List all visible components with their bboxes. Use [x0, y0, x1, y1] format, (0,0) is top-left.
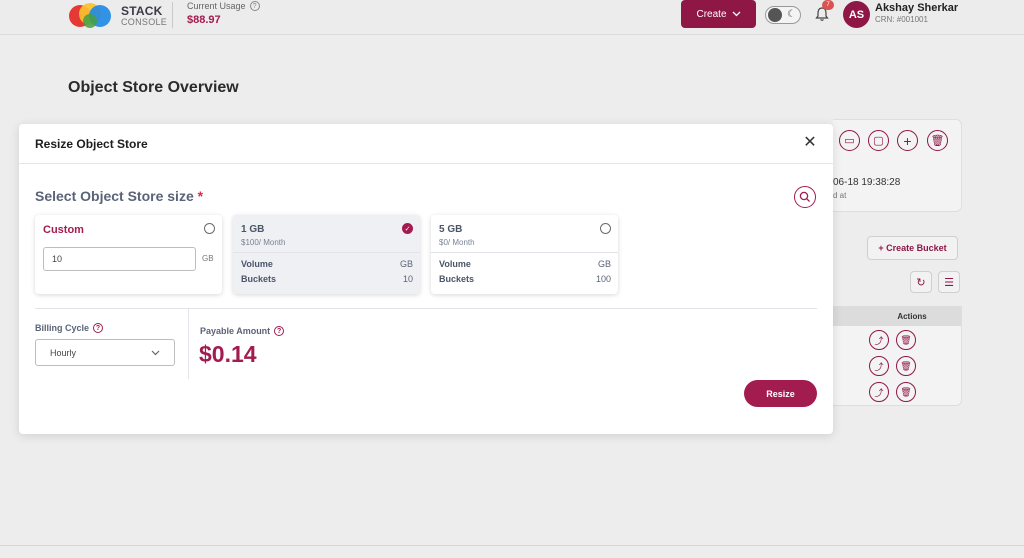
brand-line-1: STACK: [121, 4, 163, 18]
avatar[interactable]: AS: [843, 1, 870, 28]
top-bar: STACK CONSOLE Current Usage? $88.97 Crea…: [0, 0, 1024, 35]
buckets-label: Buckets: [241, 274, 277, 284]
plan-card-custom[interactable]: Custom GB: [35, 215, 222, 294]
sun-icon: [768, 8, 782, 22]
close-icon[interactable]: ✕: [803, 135, 817, 151]
checkmark-icon[interactable]: ✓: [402, 223, 413, 234]
create-button[interactable]: Create: [681, 0, 756, 28]
share-icon[interactable]: ⤴: [869, 356, 889, 376]
search-icon: [799, 191, 810, 202]
trash-icon[interactable]: 🗑: [927, 130, 948, 151]
created-label: d at: [833, 191, 847, 200]
buckets-value: 10: [402, 274, 413, 284]
help-icon[interactable]: ?: [93, 323, 104, 333]
overview-card: ▭ ▢ + 🗑 06-18 19:38:28 d at: [833, 119, 962, 212]
plan-volume-row: Volume GB: [439, 259, 611, 269]
resize-button[interactable]: Resize: [744, 380, 817, 407]
actions-header: Actions: [833, 307, 961, 326]
buckets-label: Buckets: [439, 274, 475, 284]
payable-amount: $0.14: [199, 341, 257, 367]
column-divider: [188, 309, 189, 379]
volume-value: GB: [597, 259, 611, 269]
create-bucket-button[interactable]: + Create Bucket: [867, 236, 958, 260]
payable-amount-label: Payable Amount ?: [200, 326, 285, 336]
plus-icon[interactable]: +: [897, 130, 918, 151]
notification-badge: 7: [822, 0, 834, 10]
filter-icon[interactable]: ☰: [938, 271, 960, 293]
plan-price: $100/ Month: [241, 238, 286, 247]
custom-size-input[interactable]: [43, 247, 196, 271]
section-title-text: Select Object Store size: [35, 188, 194, 204]
buckets-table: Actions ⤴ 🗑 ⤴ 🗑 ⤴ 🗑: [833, 306, 962, 406]
required-mark: *: [197, 188, 204, 204]
user-crn: CRN: #001001: [875, 15, 928, 24]
usage-label: Current Usage: [187, 1, 246, 11]
page-title: Object Store Overview: [68, 79, 239, 96]
brand-name: STACK CONSOLE: [121, 5, 167, 27]
custom-size-unit: GB: [202, 254, 214, 263]
plan-name: 1 GB: [241, 224, 265, 235]
plan-name: 5 GB: [439, 224, 463, 235]
buckets-value: 100: [595, 274, 611, 284]
footer-divider: [0, 545, 1024, 546]
plan-volume-row: Volume GB: [241, 259, 413, 269]
plan-name: Custom: [43, 224, 84, 236]
chevron-down-icon: [151, 350, 160, 355]
usage-amount: $88.97: [187, 14, 221, 26]
volume-value: GB: [399, 259, 413, 269]
billing-cycle-label: Billing Cycle ?: [35, 323, 104, 333]
plan-divider: [233, 252, 420, 253]
plan-card-5gb[interactable]: 5 GB $0/ Month Volume GB Buckets 100: [431, 215, 618, 294]
plan-buckets-row: Buckets 10: [241, 274, 413, 284]
resize-object-store-modal: Resize Object Store ✕ Select Object Stor…: [19, 124, 833, 434]
trash-icon[interactable]: 🗑: [896, 382, 916, 402]
search-button[interactable]: [794, 186, 816, 208]
billing-cycle-text: Billing Cycle: [35, 323, 90, 333]
plan-divider: [431, 252, 618, 253]
header-divider: [172, 2, 173, 28]
volume-label: Volume: [241, 259, 273, 269]
plan-price: $0/ Month: [439, 238, 475, 247]
theme-toggle[interactable]: ☾: [765, 6, 801, 24]
user-info[interactable]: Akshay Sherkar CRN: #001001: [875, 3, 958, 24]
trash-icon[interactable]: 🗑: [896, 356, 916, 376]
share-icon[interactable]: ⤴: [869, 382, 889, 402]
plan-radio[interactable]: [600, 223, 611, 234]
payable-amount-text: Payable Amount: [200, 326, 271, 336]
share-icon[interactable]: ⤴: [869, 330, 889, 350]
modal-header: Resize Object Store ✕: [19, 124, 833, 164]
plan-radio[interactable]: [204, 223, 215, 234]
billing-cycle-select[interactable]: Hourly: [35, 339, 175, 366]
section-title: Select Object Store size *: [35, 188, 203, 204]
brand-line-2: CONSOLE: [121, 17, 168, 27]
moon-icon: ☾: [787, 9, 796, 20]
refresh-icon[interactable]: ↻: [910, 271, 932, 293]
user-name: Akshay Sherkar: [875, 2, 959, 14]
volume-label: Volume: [439, 259, 471, 269]
plan-buckets-row: Buckets 100: [439, 274, 611, 284]
billing-cycle-value: Hourly: [50, 347, 77, 358]
help-icon[interactable]: ?: [274, 326, 285, 336]
stack-console-logo[interactable]: [68, 2, 116, 30]
section-divider: [35, 308, 817, 309]
chevron-down-icon: [732, 11, 740, 17]
current-usage: Current Usage? $88.97: [187, 1, 260, 26]
created-date: 06-18 19:38:28: [833, 177, 901, 188]
create-button-label: Create: [696, 8, 727, 20]
document-icon[interactable]: ▢: [868, 130, 889, 151]
plan-card-1gb[interactable]: 1 GB $100/ Month ✓ Volume GB Buckets 10: [233, 215, 420, 294]
help-icon[interactable]: ?: [249, 1, 260, 11]
folder-icon[interactable]: ▭: [839, 130, 860, 151]
trash-icon[interactable]: 🗑: [896, 330, 916, 350]
modal-title: Resize Object Store: [35, 137, 148, 151]
